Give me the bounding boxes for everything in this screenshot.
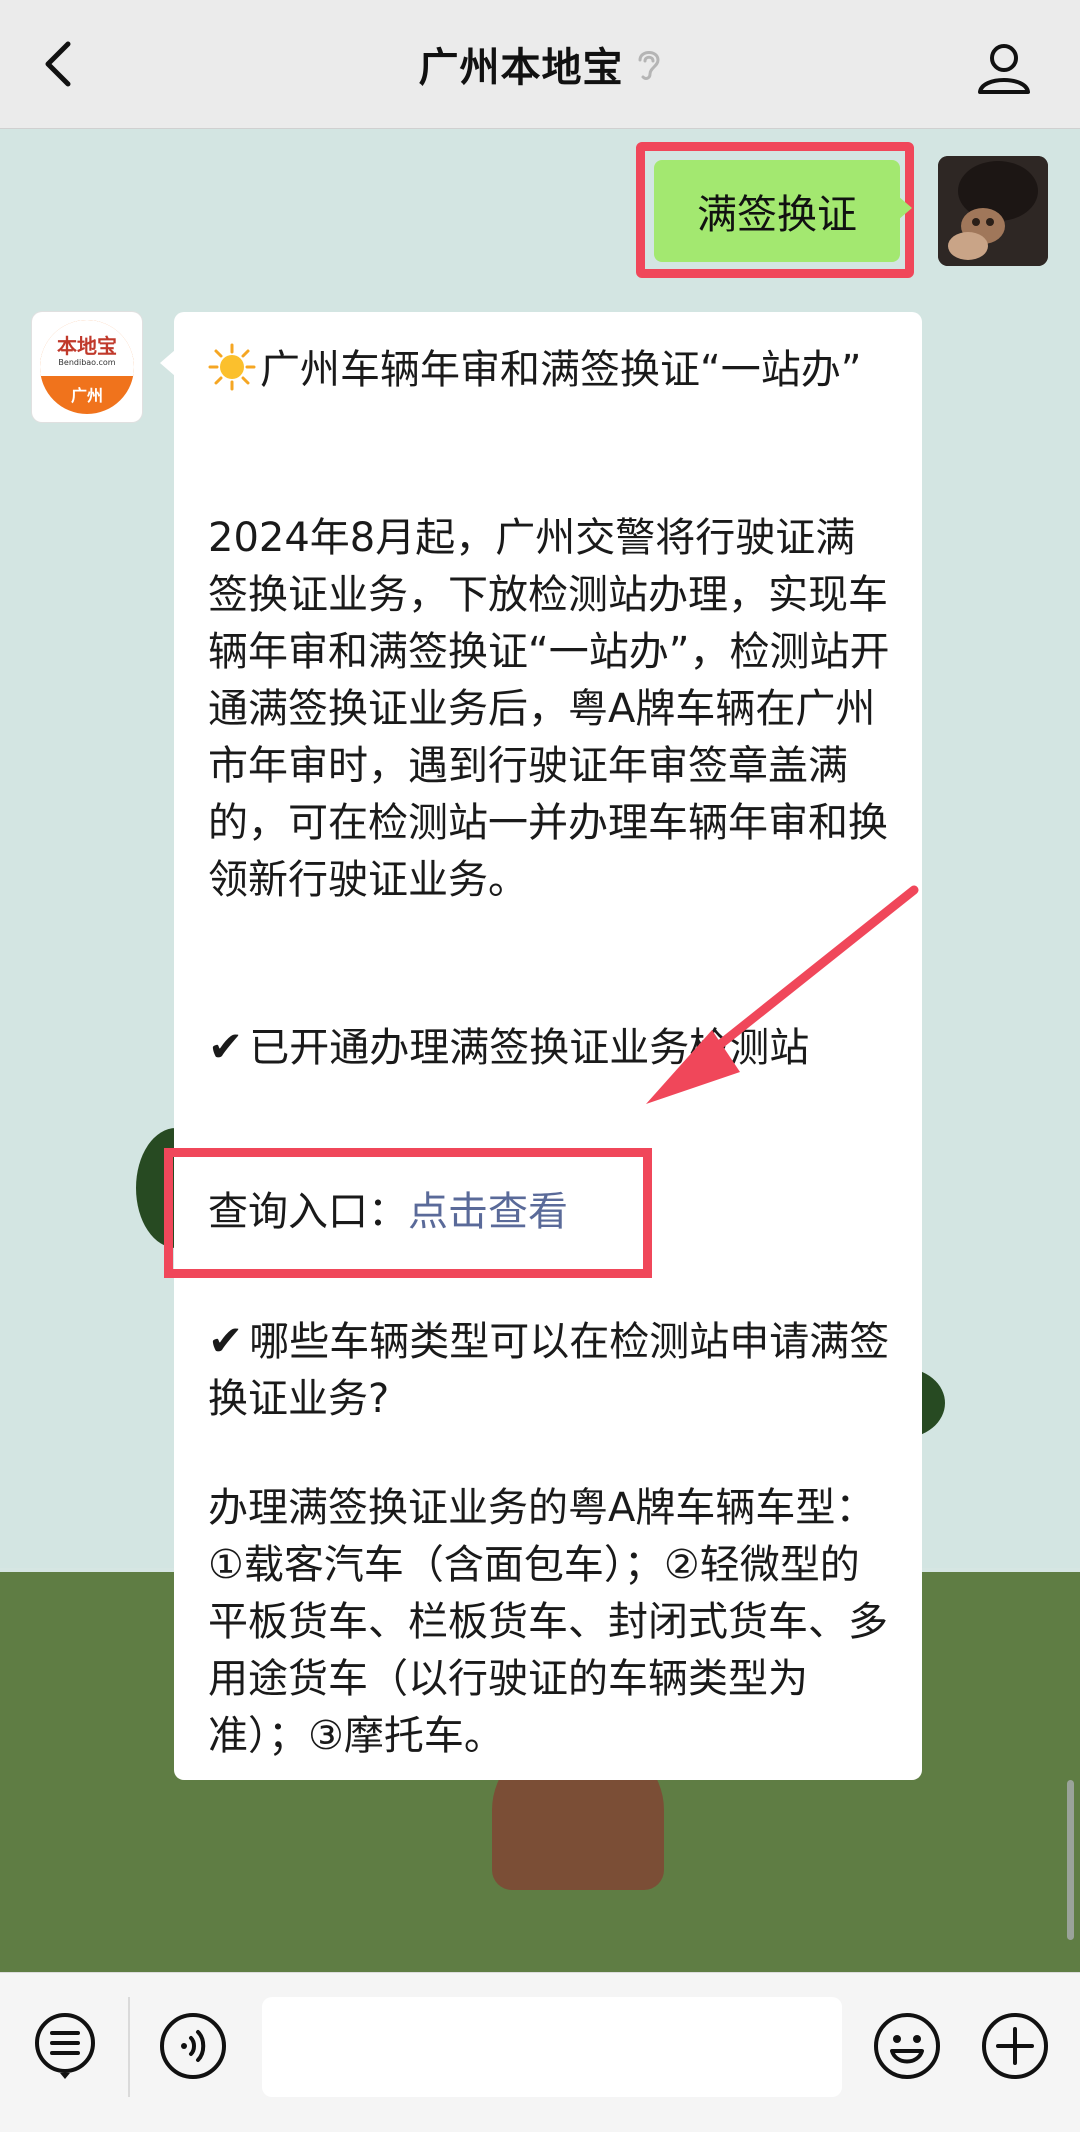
person-icon[interactable] bbox=[976, 40, 1032, 96]
scrollbar[interactable] bbox=[1067, 1780, 1074, 1940]
logo-text: 本地宝 bbox=[57, 334, 117, 358]
message-body-types: 办理满签换证业务的粤A牌车辆车型：①载客汽车（含面包车）；②轻微型的平板货车、栏… bbox=[208, 1485, 888, 1759]
checkmark-icon: ✔ bbox=[208, 1022, 244, 1071]
input-bar bbox=[0, 1972, 1080, 2132]
message-item-vehicle-types: ✔ 哪些车辆类型可以在检测站申请满签换证业务? bbox=[208, 1312, 892, 1428]
query-label: 查询入口： bbox=[208, 1189, 408, 1235]
outgoing-message-text: 满签换证 bbox=[697, 192, 857, 238]
incoming-message-bubble[interactable]: 广州车辆年审和满签换证“一站办” 2024年8月起，广州交警将行驶证满签换证业务… bbox=[160, 312, 922, 1780]
message-input[interactable] bbox=[262, 1997, 842, 2097]
avatar-photo bbox=[938, 156, 1048, 266]
plus-icon[interactable] bbox=[980, 2011, 1050, 2081]
item1-text: 已开通办理满签换证业务检测站 bbox=[249, 1025, 810, 1071]
chat-header: 广州本地宝 bbox=[0, 0, 1080, 129]
sun-icon bbox=[208, 343, 256, 391]
heading-text: 广州车辆年审和满签换证“一站办” bbox=[260, 347, 862, 393]
message-item-stations: ✔ 已开通办理满签换证业务检测站 bbox=[208, 1018, 892, 1077]
outgoing-message-bubble[interactable]: 满签换证 bbox=[654, 160, 912, 262]
checkmark-icon: ✔ bbox=[208, 1316, 244, 1365]
emoji-icon[interactable] bbox=[872, 2011, 942, 2081]
logo-url: Bendibao.com bbox=[58, 358, 116, 367]
list-menu-icon[interactable] bbox=[30, 2011, 100, 2081]
logo-city: 广州 bbox=[70, 386, 103, 405]
item2-text: 哪些车辆类型可以在检测站申请满签换证业务? bbox=[208, 1319, 890, 1422]
chat-title: 广州本地宝 bbox=[418, 45, 624, 91]
message-heading: 广州车辆年审和满签换证“一站办” bbox=[208, 342, 892, 399]
bendibao-logo: 本地宝 Bendibao.com 广州 bbox=[40, 320, 134, 414]
voice-icon[interactable] bbox=[158, 2011, 228, 2081]
title-wrap: 广州本地宝 bbox=[0, 0, 1080, 128]
view-link[interactable]: 点击查看 bbox=[408, 1189, 568, 1235]
ear-icon bbox=[638, 51, 660, 80]
divider bbox=[128, 1997, 130, 2097]
user-avatar[interactable] bbox=[938, 156, 1048, 266]
message-body-intro: 2024年8月起，广州交警将行驶证满签换证业务，下放检测站办理，实现车辆年审和满… bbox=[208, 515, 890, 903]
query-entry: 查询入口：点击查看 bbox=[208, 1184, 568, 1241]
official-account-avatar[interactable]: 本地宝 Bendibao.com 广州 bbox=[32, 312, 142, 422]
